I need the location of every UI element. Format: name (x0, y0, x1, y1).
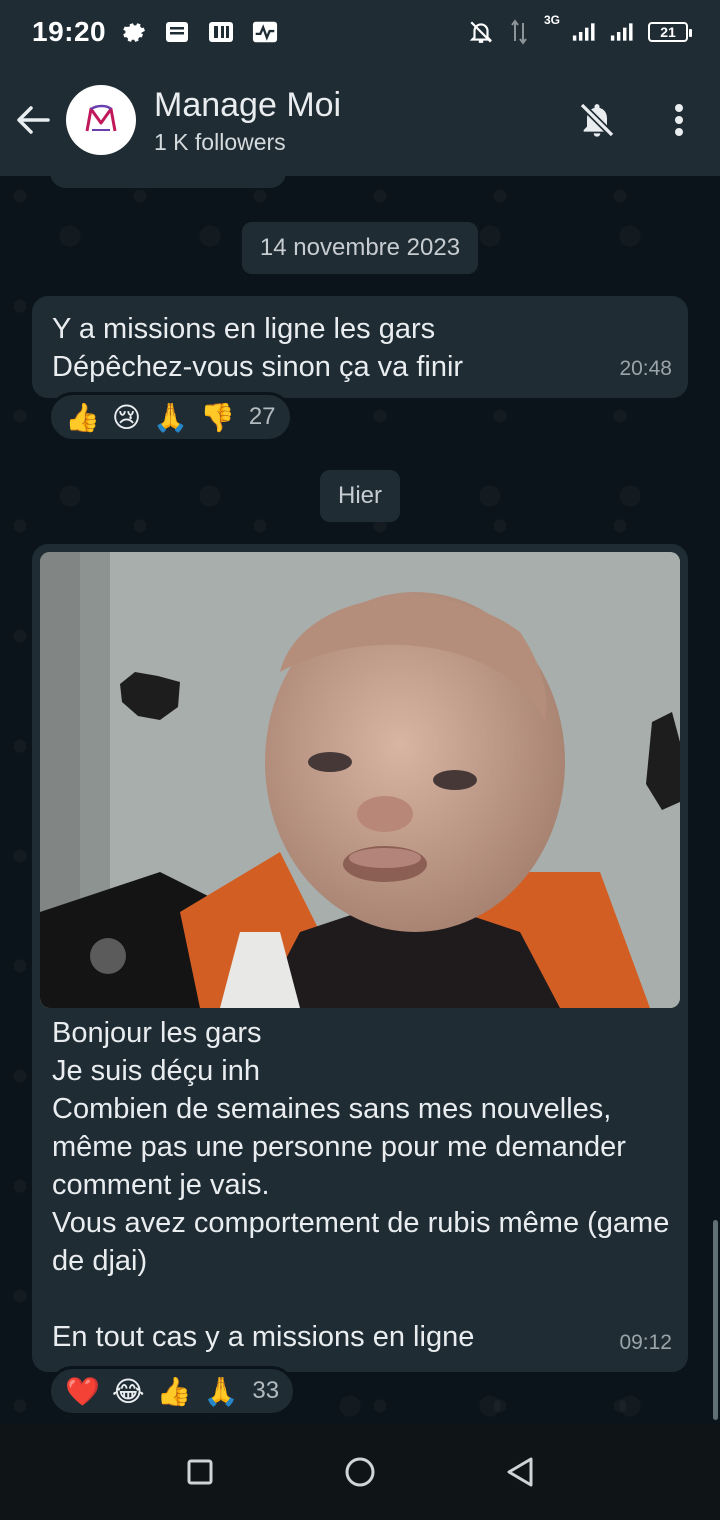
reaction-pray: 🙏 (203, 1374, 239, 1408)
app-icon (208, 19, 234, 45)
reactions-bar[interactable]: ❤️ 😂 👍 🙏 33 (48, 1366, 297, 1416)
system-nav-bar (0, 1424, 720, 1520)
date-chip: Hier (319, 470, 401, 522)
reaction-crying: 😢 (111, 400, 142, 434)
arrow-left-icon (17, 106, 50, 134)
reaction-laughing: 😂 (111, 1374, 145, 1408)
signal-icon-2 (610, 19, 636, 45)
square-icon (187, 1459, 213, 1485)
reaction-pray: 🙏 (153, 400, 188, 434)
notifications-off-icon (468, 19, 494, 45)
scrollbar[interactable] (713, 1220, 718, 1420)
triangle-back-icon (507, 1457, 533, 1487)
channel-title: Manage Moi (154, 85, 342, 124)
chat-area[interactable]: 14 novembre 2023 Y a missions en ligne l… (0, 176, 720, 1424)
reaction-thumbs-up: 👍 (156, 1374, 192, 1408)
gear-icon (120, 19, 146, 45)
reaction-count: 27 (248, 403, 276, 430)
avatar[interactable] (66, 85, 136, 155)
message-text: Bonjour les gars Je suis déçu inh Combie… (52, 1017, 670, 1353)
bell-off-icon (579, 102, 615, 138)
battery-level: 21 (660, 24, 676, 40)
message-time: 20:48 (619, 357, 672, 380)
status-time: 19:20 (32, 16, 107, 47)
recents-button[interactable] (170, 1442, 230, 1502)
followers-count: 1 K followers (154, 128, 286, 155)
home-button[interactable] (330, 1442, 390, 1502)
back-button[interactable] (0, 64, 66, 176)
activity-icon (252, 19, 278, 45)
mute-button[interactable] (556, 64, 638, 176)
circle-icon (345, 1457, 375, 1487)
message-photo[interactable] (40, 552, 680, 1008)
baby-photo-image (40, 552, 680, 1008)
message-bubble[interactable]: Y a missions en ligne les gars Dépêchez-… (32, 296, 688, 398)
channel-info[interactable]: Manage Moi 1 K followers (154, 85, 341, 156)
status-bar: 19:20 3G 21 (0, 0, 720, 64)
message-time: 09:12 (619, 1331, 672, 1354)
more-options-button[interactable] (638, 64, 720, 176)
reactions-bar[interactable]: 👍 😢 🙏 👎 27 (48, 392, 293, 442)
channel-header: Manage Moi 1 K followers (0, 64, 720, 176)
date-chip: 14 novembre 2023 (241, 222, 479, 274)
message-bubble-media[interactable]: Bonjour les gars Je suis déçu inh Combie… (32, 544, 688, 1372)
battery-indicator: 21 (648, 22, 692, 42)
previous-reactions-partial[interactable] (48, 176, 288, 190)
data-arrows-icon (506, 19, 532, 45)
reaction-thumbs-down: 👎 (199, 400, 235, 434)
network-type: 3G (543, 13, 560, 27)
logo-icon (85, 104, 117, 132)
signal-icon-1 (572, 19, 598, 45)
back-nav-button[interactable] (490, 1442, 550, 1502)
kebab-menu-icon (675, 104, 683, 136)
reaction-thumbs-up: 👍 (65, 400, 100, 434)
reaction-heart: ❤️ (65, 1374, 100, 1408)
reaction-count: 33 (252, 1377, 280, 1404)
message-text: Y a missions en ligne les gars Dépêchez-… (52, 313, 464, 383)
message-icon (164, 19, 190, 45)
